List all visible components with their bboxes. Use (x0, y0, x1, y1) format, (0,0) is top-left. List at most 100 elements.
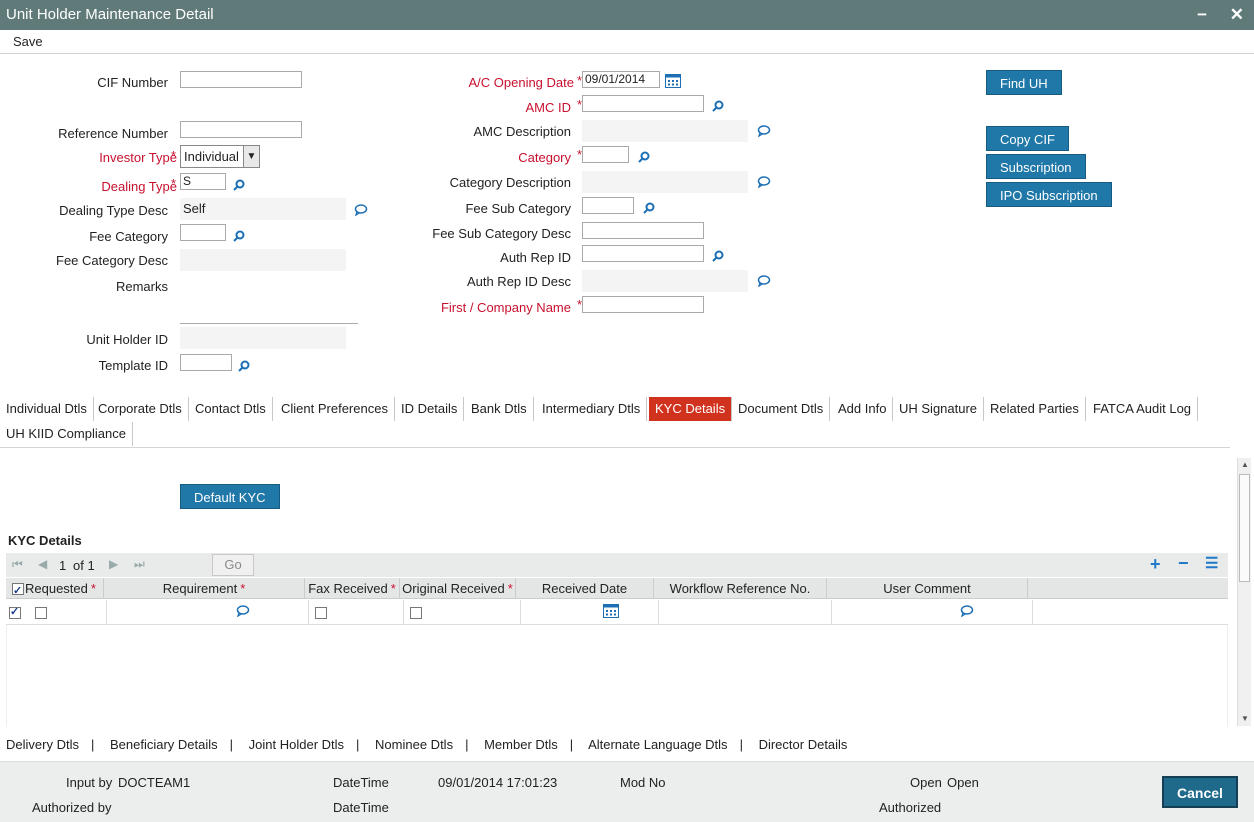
select-all-checkbox[interactable] (12, 581, 24, 602)
subscription-button[interactable]: Subscription (986, 154, 1086, 179)
investor-type-select[interactable]: Individual ▼ (180, 145, 260, 168)
link-alternate-language-dtls[interactable]: Alternate Language Dtls (588, 737, 727, 752)
search-icon[interactable] (233, 230, 245, 242)
remarks-label: Remarks (115, 279, 168, 294)
unit-holder-id-value (180, 327, 346, 349)
delete-row-icon[interactable]: − (1178, 553, 1189, 574)
auth-rep-id-input[interactable] (582, 245, 704, 262)
reference-number-input[interactable] (180, 121, 302, 138)
next-page-icon[interactable]: ▶ (109, 557, 118, 571)
search-icon[interactable] (712, 250, 724, 262)
list-view-icon[interactable]: ☰ (1205, 554, 1218, 572)
calendar-icon[interactable] (603, 603, 619, 618)
scroll-down-icon[interactable]: ▼ (1241, 714, 1249, 723)
tab-client-preferences[interactable]: Client Preferences (275, 397, 395, 421)
fee-sub-category-input[interactable] (582, 197, 634, 214)
cell-user-comment (832, 600, 1033, 625)
col-requirement: Requirement * (104, 578, 305, 599)
col-user-comment: User Comment (827, 578, 1028, 599)
link-director-details[interactable]: Director Details (759, 737, 848, 752)
amc-description-label: AMC Description (473, 124, 571, 139)
col-requested-label: Requested (25, 581, 88, 596)
link-beneficiary-details[interactable]: Beneficiary Details (110, 737, 218, 752)
search-icon[interactable] (712, 100, 724, 112)
ac-opening-date-input[interactable]: 09/01/2014 (582, 71, 660, 88)
dealing-type-desc-value: Self (180, 198, 346, 220)
comment-icon[interactable] (960, 605, 974, 617)
auth-rep-id-desc-label: Auth Rep ID Desc (466, 274, 571, 289)
tab-uh-kiid-compliance[interactable]: UH KIID Compliance (0, 422, 133, 446)
link-member-dtls[interactable]: Member Dtls (484, 737, 558, 752)
col-requested-required: * (90, 581, 96, 596)
amc-id-input[interactable] (582, 95, 704, 112)
comment-icon[interactable] (236, 605, 250, 617)
content-scrollbar[interactable]: ▲ ▼ (1237, 458, 1251, 726)
find-uh-button[interactable]: Find UH (986, 70, 1062, 95)
comment-icon[interactable] (757, 125, 771, 137)
scrollbar-thumb[interactable] (1239, 474, 1250, 582)
reference-number-label: Reference Number (58, 126, 168, 141)
last-page-icon[interactable]: ⏭ (134, 557, 145, 572)
fax-received-checkbox[interactable] (315, 607, 327, 619)
fee-sub-category-desc-label: Fee Sub Category Desc (432, 226, 571, 241)
tab-fatca-audit-log[interactable]: FATCA Audit Log (1087, 397, 1199, 421)
tab-id-details[interactable]: ID Details (395, 397, 465, 421)
template-id-input[interactable] (180, 354, 232, 371)
tab-bank-dtls[interactable]: Bank Dtls (465, 397, 534, 421)
fee-sub-category-desc-input[interactable] (582, 222, 704, 239)
category-input[interactable] (582, 146, 629, 163)
comment-icon[interactable] (757, 275, 771, 287)
row-select-checkbox[interactable] (9, 605, 21, 619)
tab-add-info[interactable]: Add Info (832, 397, 894, 421)
tab-related-parties[interactable]: Related Parties (984, 397, 1086, 421)
cancel-button[interactable]: Cancel (1162, 776, 1238, 808)
tab-corporate-dtls[interactable]: Corporate Dtls (92, 397, 189, 421)
requested-checkbox[interactable] (35, 607, 47, 619)
minimize-icon[interactable]: − (1197, 5, 1207, 24)
mod-no-label: Mod No (620, 775, 666, 790)
cell-requested (6, 600, 107, 625)
calendar-icon[interactable] (665, 73, 681, 88)
search-icon[interactable] (238, 360, 250, 372)
cell-requirement (107, 600, 309, 625)
go-button[interactable]: Go (212, 554, 254, 576)
datetime-value: 09/01/2014 17:01:23 (438, 775, 558, 790)
tab-individual-dtls[interactable]: Individual Dtls (0, 397, 94, 421)
add-row-icon[interactable]: + (1150, 554, 1161, 575)
copy-cif-button[interactable]: Copy CIF (986, 126, 1069, 151)
cell-original-received (404, 600, 521, 625)
default-kyc-button[interactable]: Default KYC (180, 484, 280, 509)
first-company-name-input[interactable] (582, 296, 704, 313)
dealing-type-input[interactable]: S (180, 173, 226, 190)
scroll-up-icon[interactable]: ▲ (1241, 460, 1249, 469)
first-page-icon[interactable]: ⏮ (12, 557, 23, 572)
cif-number-input[interactable] (180, 71, 302, 88)
input-by-label: Input by (66, 775, 113, 790)
cell-workflow-reference[interactable] (659, 600, 832, 625)
original-received-checkbox[interactable] (410, 607, 422, 619)
grid-toolbar: ⏮ ◀ 1 of 1 ▶ ⏭ Go + − ☰ (6, 553, 1228, 577)
search-icon[interactable] (233, 179, 245, 191)
ipo-subscription-button[interactable]: IPO Subscription (986, 182, 1112, 207)
save-menu-item[interactable]: Save (13, 34, 43, 49)
tab-kyc-details[interactable]: KYC Details (649, 397, 733, 421)
tab-uh-signature[interactable]: UH Signature (893, 397, 985, 421)
comment-icon[interactable] (757, 176, 771, 188)
auth-rep-id-label: Auth Rep ID (500, 250, 571, 265)
remarks-textarea[interactable] (180, 274, 358, 324)
close-icon[interactable]: ✕ (1230, 5, 1244, 24)
link-nominee-dtls[interactable]: Nominee Dtls (375, 737, 453, 752)
prev-page-icon[interactable]: ◀ (38, 557, 47, 571)
link-delivery-dtls[interactable]: Delivery Dtls (6, 737, 79, 752)
fee-category-input[interactable] (180, 224, 226, 241)
tab-intermediary-dtls[interactable]: Intermediary Dtls (536, 397, 648, 421)
link-joint-holder-dtls[interactable]: Joint Holder Dtls (249, 737, 344, 752)
page-of: of 1 (73, 558, 95, 573)
tab-contact-dtls[interactable]: Contact Dtls (189, 397, 273, 421)
cif-number-label: CIF Number (97, 75, 168, 90)
search-icon[interactable] (643, 202, 655, 214)
search-icon[interactable] (638, 151, 650, 163)
page-current: 1 (59, 558, 67, 573)
comment-icon[interactable] (354, 204, 368, 216)
tab-document-dtls[interactable]: Document Dtls (732, 397, 831, 421)
